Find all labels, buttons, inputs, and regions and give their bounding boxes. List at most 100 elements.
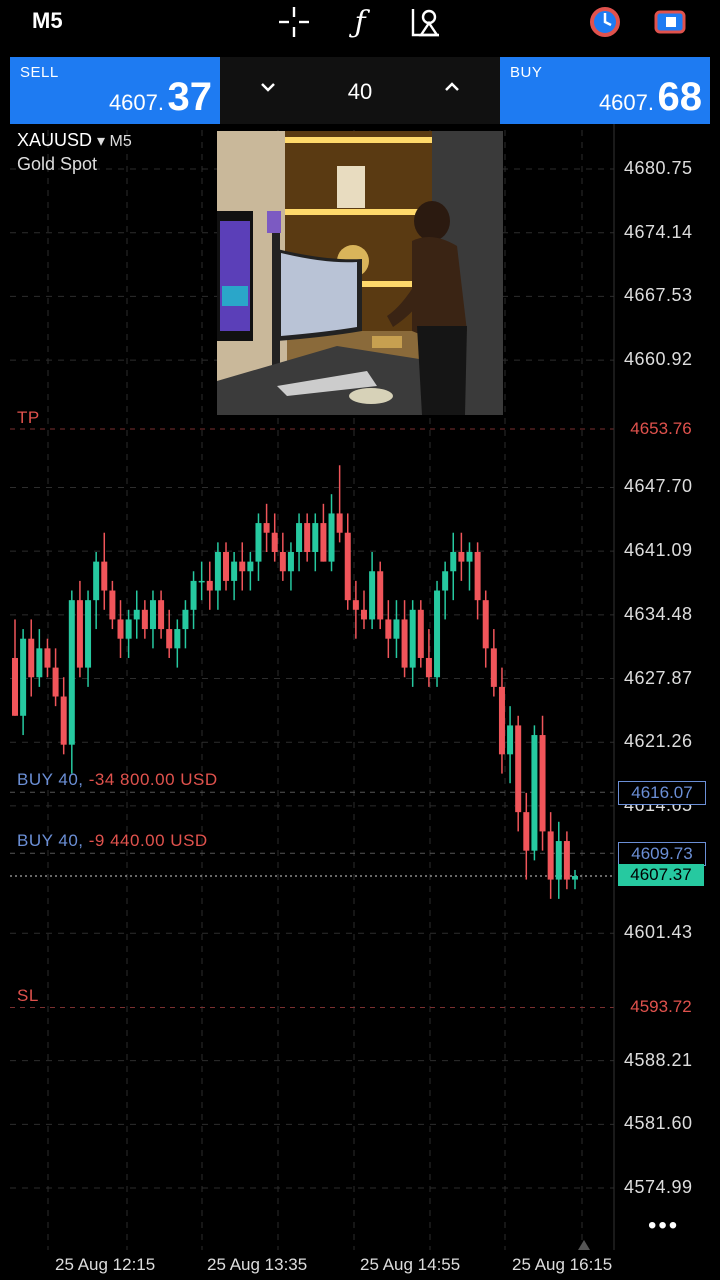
candle — [149, 590, 156, 649]
candle-body — [555, 841, 562, 880]
candle-body — [239, 561, 246, 572]
trade-levels — [10, 428, 614, 1009]
time-axis-label: 25 Aug 13:35 — [207, 1255, 308, 1274]
candle-body — [198, 580, 205, 583]
candle — [60, 677, 67, 755]
candle — [223, 542, 230, 591]
candle-body — [101, 561, 108, 591]
sell-button[interactable]: SELL 4607. 37 — [10, 57, 220, 124]
price-axis-label: 4574.99 — [624, 1177, 693, 1197]
candle-body — [393, 619, 400, 639]
candle-body — [93, 561, 100, 601]
symbol-info: XAUUSD ▾ M5 — [17, 130, 132, 151]
candle — [93, 551, 100, 630]
candle-body — [287, 551, 294, 572]
candle-body — [190, 580, 197, 610]
candle — [214, 542, 221, 610]
price-axis-label: 4601.43 — [624, 922, 693, 943]
tp-label: TP — [17, 408, 40, 427]
candle-body — [296, 523, 303, 552]
candle — [158, 590, 165, 639]
candle — [555, 821, 562, 899]
candle-body — [279, 551, 286, 572]
buy-button[interactable]: BUY 4607. 68 — [500, 57, 710, 124]
candle — [385, 600, 392, 658]
candle — [539, 715, 546, 851]
candle-body — [117, 619, 124, 639]
timer-icon[interactable] — [585, 4, 625, 40]
candle — [133, 590, 140, 639]
candle-body — [490, 648, 497, 687]
candle — [239, 542, 246, 591]
candle-body — [360, 609, 367, 620]
candle — [85, 590, 92, 687]
position-2-pl: -9 440.00 USD — [88, 831, 208, 850]
candle — [442, 561, 449, 620]
candle — [76, 580, 83, 678]
candle — [434, 580, 441, 687]
candle — [296, 513, 303, 572]
more-dots-icon[interactable]: ••• — [648, 1212, 679, 1240]
candle — [360, 590, 367, 630]
price-axis-label: 4588.21 — [624, 1049, 693, 1070]
candle — [482, 590, 489, 668]
symbol-dropdown-arrow-icon[interactable]: ▾ — [97, 133, 109, 150]
sell-price-main: 4607. — [108, 90, 164, 115]
price-axis-label: 4641.09 — [624, 540, 693, 561]
candle — [263, 503, 270, 552]
timeframe-button[interactable]: M5 — [32, 8, 63, 34]
buy-price-main: 4607. — [598, 90, 654, 115]
candle-body — [425, 657, 432, 678]
volume-up-chevron-icon[interactable] — [442, 77, 462, 103]
candle-body — [166, 629, 173, 649]
candle — [572, 869, 578, 890]
candle — [68, 590, 75, 774]
candle-body — [515, 725, 522, 813]
candle — [490, 629, 497, 697]
candle — [198, 561, 205, 601]
candle — [515, 715, 522, 832]
candle-body — [149, 600, 156, 630]
candle — [312, 513, 319, 572]
candle — [531, 725, 538, 861]
candle — [328, 494, 335, 572]
candle — [466, 542, 473, 591]
price-axis-label: 4680.75 — [624, 158, 693, 178]
candle-body — [572, 876, 578, 880]
candle-body — [125, 619, 132, 639]
candle-body — [401, 619, 408, 668]
candle-body — [344, 532, 351, 601]
trade-toggle-icon[interactable] — [650, 4, 690, 40]
candle — [44, 638, 51, 678]
candle — [117, 600, 124, 658]
crosshair-icon[interactable] — [274, 4, 314, 40]
candle-body — [158, 600, 165, 630]
function-icon[interactable]: ƒ — [340, 4, 380, 40]
candle — [377, 561, 384, 630]
position-1-label[interactable]: BUY 40, -34 800.00 USD — [17, 770, 218, 790]
candle-body — [182, 609, 189, 630]
sl-label: SL — [17, 986, 39, 1005]
candle — [174, 619, 181, 668]
objects-icon[interactable] — [406, 4, 446, 40]
position-1-price-tag: 4616.07 — [618, 781, 706, 805]
candle — [287, 542, 294, 591]
candle — [247, 551, 254, 591]
candle — [52, 648, 59, 707]
candle-body — [498, 686, 505, 755]
candle — [101, 532, 108, 610]
candle-body — [28, 638, 35, 678]
position-2-label[interactable]: BUY 40, -9 440.00 USD — [17, 831, 208, 851]
candle-body — [68, 600, 75, 745]
time-axis-label: 25 Aug 16:15 — [512, 1255, 613, 1274]
symbol-name: XAUUSD — [17, 130, 93, 150]
time-axis-label: 25 Aug 12:15 — [55, 1255, 156, 1274]
candle — [417, 600, 424, 668]
candle-body — [312, 523, 319, 552]
candle-body — [507, 725, 514, 755]
candle-body — [36, 648, 43, 678]
position-2-price-tag: 4609.73 — [618, 842, 706, 866]
candle-body — [52, 667, 59, 697]
candle — [279, 532, 286, 581]
chart-shift-marker — [578, 1240, 590, 1250]
